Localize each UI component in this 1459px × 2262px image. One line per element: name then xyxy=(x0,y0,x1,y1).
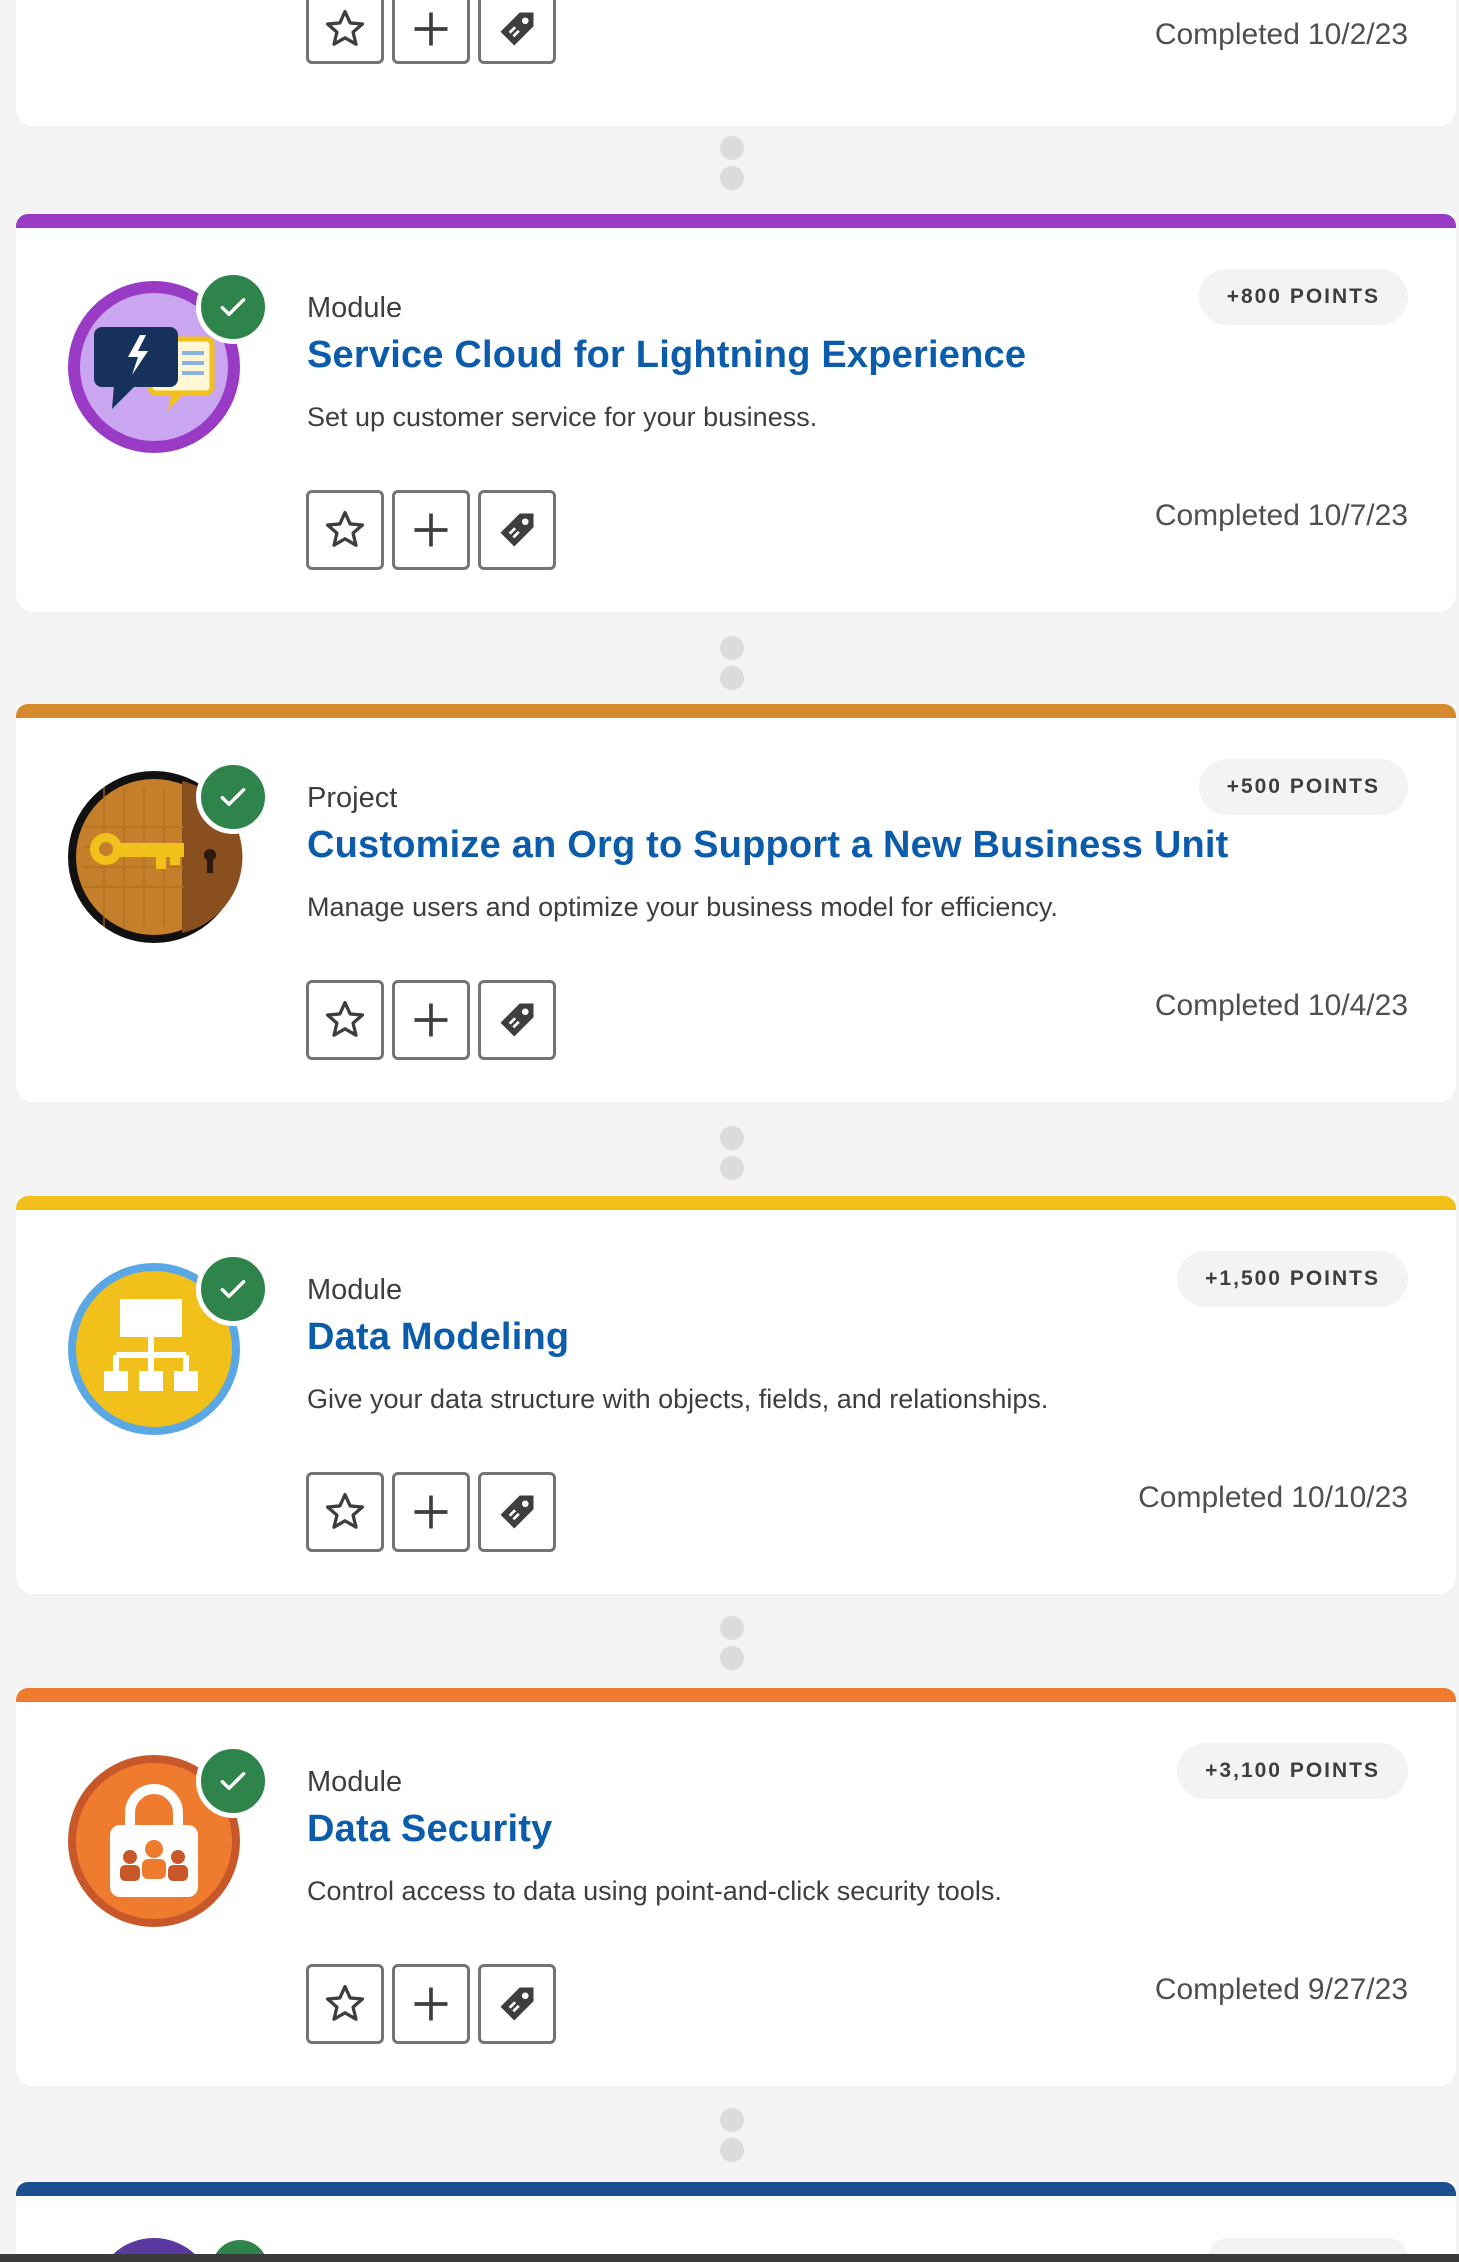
tag-button[interactable] xyxy=(478,1964,556,2044)
completed-date-value: 10/2/23 xyxy=(1307,18,1408,51)
points-badge: +3,100 POINTS xyxy=(1177,1743,1408,1799)
favorite-button[interactable] xyxy=(306,490,384,570)
completed-date: Completed 10/10/23 xyxy=(1130,1481,1408,1515)
tag-button[interactable] xyxy=(478,490,556,570)
timeline-connector xyxy=(720,636,744,690)
completed-date: Completed 10/7/23 xyxy=(1147,499,1408,533)
trail-card: Module Data Modeling Give your data stru… xyxy=(16,1196,1456,1594)
trail-card-partial-top: Completed 10/2/23 xyxy=(16,0,1456,126)
completed-date: Completed 10/4/23 xyxy=(1147,989,1408,1023)
timeline-connector xyxy=(720,2108,744,2162)
card-actions xyxy=(306,980,556,1060)
timeline-connector xyxy=(720,136,744,190)
add-to-list-button[interactable] xyxy=(392,1472,470,1552)
card-stripe xyxy=(16,214,1456,228)
points-badge: +1,500 POINTS xyxy=(1177,1251,1408,1307)
completed-date: Completed 9/27/23 xyxy=(1147,1973,1408,2007)
tag-icon xyxy=(500,513,534,547)
tag-icon xyxy=(500,1003,534,1037)
card-description: Manage users and optimize your business … xyxy=(307,892,1058,922)
add-to-list-button[interactable] xyxy=(392,1964,470,2044)
card-title-link[interactable]: Customize an Org to Support a New Busine… xyxy=(307,824,1229,867)
card-actions xyxy=(306,1472,556,1552)
tag-button[interactable] xyxy=(478,0,556,64)
plus-icon xyxy=(414,513,448,547)
tag-icon xyxy=(500,1987,534,2021)
card-stripe xyxy=(16,704,1456,718)
completed-label: Completed xyxy=(1154,499,1300,532)
tag-icon xyxy=(500,12,534,46)
points-badge: +800 POINTS xyxy=(1198,269,1408,325)
add-to-list-button[interactable] xyxy=(392,490,470,570)
card-stripe xyxy=(16,2182,1456,2196)
content-type-label: Project xyxy=(307,782,398,814)
card-description: Set up customer service for your busines… xyxy=(307,402,818,432)
add-to-list-button[interactable] xyxy=(392,0,470,64)
trail-card: Project Customize an Org to Support a Ne… xyxy=(16,704,1456,1102)
plus-icon xyxy=(414,1987,448,2021)
favorite-button[interactable] xyxy=(306,980,384,1060)
completed-date-value: 9/27/23 xyxy=(1307,1973,1408,2006)
completed-date-value: 10/7/23 xyxy=(1307,499,1408,532)
content-type-label: Module xyxy=(307,1274,403,1306)
content-type-label: Module xyxy=(307,292,403,324)
completed-date-value: 10/10/23 xyxy=(1291,1481,1408,1514)
window-bottom-edge xyxy=(0,2254,1459,2262)
favorite-button[interactable] xyxy=(306,1472,384,1552)
completed-date-value: 10/4/23 xyxy=(1307,989,1408,1022)
favorite-button[interactable] xyxy=(306,0,384,64)
add-to-list-button[interactable] xyxy=(392,980,470,1060)
completed-label: Completed xyxy=(1154,1973,1300,2006)
card-description: Give your data structure with objects, f… xyxy=(307,1384,1049,1414)
card-title-link[interactable]: Data Modeling xyxy=(307,1316,569,1359)
trail-card: Module Service Cloud for Lightning Exper… xyxy=(16,214,1456,612)
tag-icon xyxy=(500,1495,534,1529)
favorite-button[interactable] xyxy=(306,1964,384,2044)
completed-check-icon xyxy=(196,270,270,344)
completed-label: Completed xyxy=(1154,989,1300,1022)
card-actions xyxy=(306,0,556,64)
star-icon xyxy=(325,1000,365,1037)
completed-date: Completed 10/2/23 xyxy=(1147,18,1408,52)
plus-icon xyxy=(414,1495,448,1529)
plus-icon xyxy=(414,1003,448,1037)
card-actions xyxy=(306,1964,556,2044)
card-title-link[interactable]: Data Security xyxy=(307,1808,552,1851)
completed-check-icon xyxy=(196,1252,270,1326)
card-actions xyxy=(306,490,556,570)
completed-check-icon xyxy=(196,1744,270,1818)
star-icon xyxy=(325,510,365,547)
star-icon xyxy=(325,9,365,46)
completed-label: Completed xyxy=(1154,18,1300,51)
star-icon xyxy=(325,1492,365,1529)
tag-button[interactable] xyxy=(478,1472,556,1552)
plus-icon xyxy=(414,12,448,46)
card-stripe xyxy=(16,1688,1456,1702)
trail-card-partial-bottom xyxy=(16,2182,1456,2262)
trail-card: Module Data Security Control access to d… xyxy=(16,1688,1456,2086)
points-badge: +500 POINTS xyxy=(1198,759,1408,815)
card-description: Control access to data using point-and-c… xyxy=(307,1876,1002,1906)
completed-label: Completed xyxy=(1138,1481,1284,1514)
tag-button[interactable] xyxy=(478,980,556,1060)
card-title-link[interactable]: Service Cloud for Lightning Experience xyxy=(307,334,1026,377)
content-type-label: Module xyxy=(307,1766,403,1798)
card-stripe xyxy=(16,1196,1456,1210)
completed-check-icon xyxy=(196,760,270,834)
timeline-connector xyxy=(720,1126,744,1180)
timeline-connector xyxy=(720,1616,744,1670)
star-icon xyxy=(325,1984,365,2021)
